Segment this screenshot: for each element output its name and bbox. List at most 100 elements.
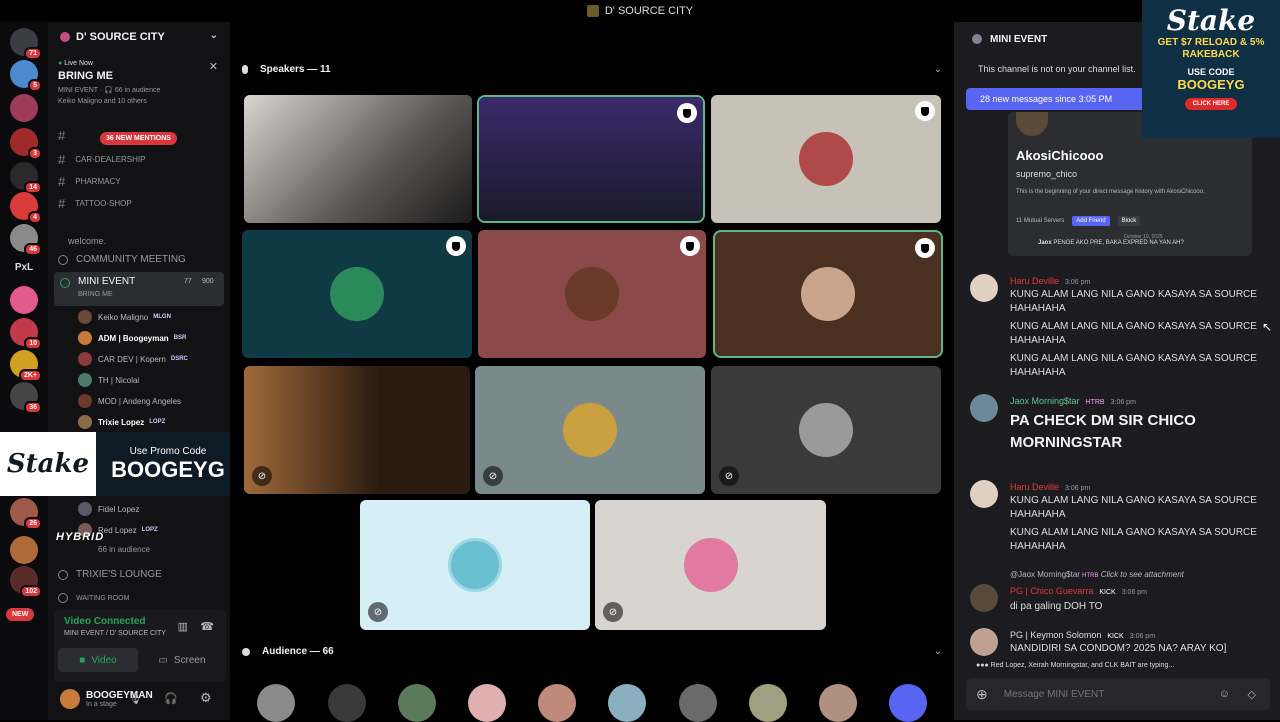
- channel-item[interactable]: # PHARMACY: [58, 174, 121, 189]
- audience-avatar[interactable]: [819, 684, 857, 722]
- speaker-tile[interactable]: ⊘: [244, 366, 470, 494]
- message-input[interactable]: [1001, 687, 1202, 701]
- chevron-down-icon[interactable]: ⌄: [934, 64, 942, 75]
- audience-avatar[interactable]: [538, 684, 576, 722]
- server-icon[interactable]: 26: [10, 498, 42, 530]
- plus-icon[interactable]: ⊕: [976, 686, 988, 703]
- member-item[interactable]: Trixie Lopez LOPZ: [78, 415, 165, 429]
- speaker-tile[interactable]: ⊘: [360, 500, 590, 630]
- video-feed: [244, 95, 472, 223]
- speaker-tile[interactable]: ⊘: [595, 500, 826, 630]
- audience-avatar[interactable]: [468, 684, 506, 722]
- server-icon[interactable]: 14: [10, 162, 42, 194]
- channel-item[interactable]: # CAR-DEALERSHIP: [58, 152, 145, 167]
- attachment-message: Jaox PENGE AKO PRE, BAKA EXPRED NA YAN A…: [1038, 240, 1184, 246]
- badge: 46: [24, 243, 42, 256]
- live-stage-card[interactable]: ● Live Now BRING ME MINI EVENT · 🎧 66 in…: [48, 54, 230, 124]
- chevron-down-icon: ⌄: [209, 30, 218, 41]
- member-item[interactable]: TH | Nicolai: [78, 373, 139, 387]
- sound-wave-icon[interactable]: ▥: [178, 620, 188, 633]
- server-pxl[interactable]: PxL: [8, 262, 40, 273]
- speaker-tile[interactable]: [478, 230, 706, 358]
- stage-icon: [60, 278, 70, 288]
- speaker-tile[interactable]: [477, 95, 705, 223]
- close-icon[interactable]: ✕: [209, 60, 218, 73]
- badge: 3: [28, 147, 42, 160]
- gamepad-icon[interactable]: ◇: [1248, 688, 1256, 701]
- speaker-tile[interactable]: [711, 95, 941, 223]
- avatar: [799, 132, 853, 186]
- gear-icon[interactable]: ⚙: [200, 690, 212, 706]
- server-icon[interactable]: 102: [10, 566, 42, 598]
- server-icon[interactable]: 5: [10, 60, 42, 92]
- speaker-tile[interactable]: ⊘: [475, 366, 705, 494]
- speaker-tile[interactable]: ⊘: [711, 366, 941, 494]
- disconnect-icon[interactable]: ☎: [200, 620, 214, 633]
- avatar: [78, 331, 92, 345]
- audience-avatar[interactable]: [257, 684, 295, 722]
- server-icon[interactable]: 36: [10, 382, 42, 414]
- server-icon[interactable]: [10, 94, 38, 122]
- audience-avatar[interactable]: [328, 684, 366, 722]
- member-item[interactable]: Keiko Maligno MLGN: [78, 310, 171, 324]
- speaker-tile[interactable]: [244, 95, 472, 223]
- speaker-tile[interactable]: [713, 230, 943, 358]
- server-icon[interactable]: 2K+: [10, 350, 42, 382]
- member-item[interactable]: CAR DEV | Kopern DSRC: [78, 352, 188, 366]
- voice-channel-mini-event[interactable]: MINI EVENT BRING ME 77 900: [54, 272, 224, 306]
- emoji-icon[interactable]: ☺: [1219, 688, 1230, 700]
- audience-avatar[interactable]: [398, 684, 436, 722]
- server-header[interactable]: D' SOURCE CITY ⌄: [48, 22, 230, 52]
- mentions-badge[interactable]: 36 NEW MENTIONS: [100, 132, 177, 145]
- video-button[interactable]: ■ Video: [58, 648, 138, 672]
- headset-icon[interactable]: 🎧: [164, 692, 178, 705]
- avatar: [970, 584, 998, 612]
- message-composer: ⊕ ☺ ◇: [966, 678, 1270, 710]
- screen-icon: ▭: [158, 654, 168, 666]
- voice-channel-waiting[interactable]: WAITING ROOM: [58, 593, 129, 603]
- promo-banner: Stake Use Promo Code BOOGEYG: [0, 432, 240, 496]
- moderator-shield-icon: [680, 236, 700, 256]
- speakers-header: Speakers — 11: [242, 64, 331, 75]
- audience-avatar[interactable]: [608, 684, 646, 722]
- mic-icon[interactable]: 🎙: [128, 692, 142, 705]
- member-item[interactable]: Fidel Lopez: [78, 502, 139, 516]
- audience-avatar[interactable]: [679, 684, 717, 722]
- speaker-icon: [58, 593, 68, 603]
- member-item[interactable]: MOD | Andeng Angeles: [78, 394, 181, 408]
- avatar: [78, 394, 92, 408]
- voice-channel-community[interactable]: COMMUNITY MEETING: [58, 254, 186, 265]
- mic-muted-icon: ⊘: [603, 602, 623, 622]
- channel-item[interactable]: #: [58, 128, 75, 143]
- stake-logo: Stake: [1166, 4, 1256, 37]
- voice-channel-trixie[interactable]: TRIXIE'S LOUNGE: [58, 569, 162, 580]
- audience-avatar[interactable]: [749, 684, 787, 722]
- member-item[interactable]: ADM | Boogeyman BSR: [78, 331, 186, 345]
- mic-muted-icon: ⊘: [719, 466, 739, 486]
- profile-actions: 11 Mutual Servers Add Friend Block: [1016, 216, 1141, 226]
- server-icon[interactable]: [10, 536, 38, 564]
- server-icon[interactable]: 4: [10, 192, 42, 224]
- server-icon: [60, 32, 70, 42]
- reply-reference[interactable]: @Jaox Morning$tar HTRB Click to see atta…: [1010, 570, 1184, 579]
- screen-share-button[interactable]: ▭ Screen: [142, 648, 222, 672]
- discord-avatar[interactable]: [889, 684, 927, 722]
- avatar: [1016, 112, 1048, 136]
- server-name: D' SOURCE CITY: [76, 31, 165, 43]
- stage-icon: [58, 569, 68, 580]
- server-icon[interactable]: [10, 286, 38, 314]
- channel-welcome[interactable]: welcome.: [68, 236, 106, 246]
- avatar[interactable]: [60, 689, 80, 709]
- dm-home-icon[interactable]: 71: [10, 28, 42, 60]
- ad-cta-button[interactable]: CLICK HERE: [1184, 98, 1238, 110]
- speaker-tile[interactable]: [242, 230, 472, 358]
- server-icon[interactable]: 3: [10, 128, 42, 160]
- server-icon[interactable]: 10: [10, 318, 42, 350]
- chevron-down-icon[interactable]: ⌄: [934, 646, 942, 657]
- new-badge[interactable]: NEW: [6, 608, 35, 621]
- new-messages-bar[interactable]: 28 new messages since 3:05 PM: [966, 88, 1150, 110]
- server-icon[interactable]: 46: [10, 224, 42, 256]
- stake-ad[interactable]: Stake GET $7 RELOAD & 5% RAKEBACK USE CO…: [1142, 0, 1280, 138]
- channel-item[interactable]: # TATTOO-SHOP: [58, 196, 132, 211]
- avatar: [799, 403, 853, 457]
